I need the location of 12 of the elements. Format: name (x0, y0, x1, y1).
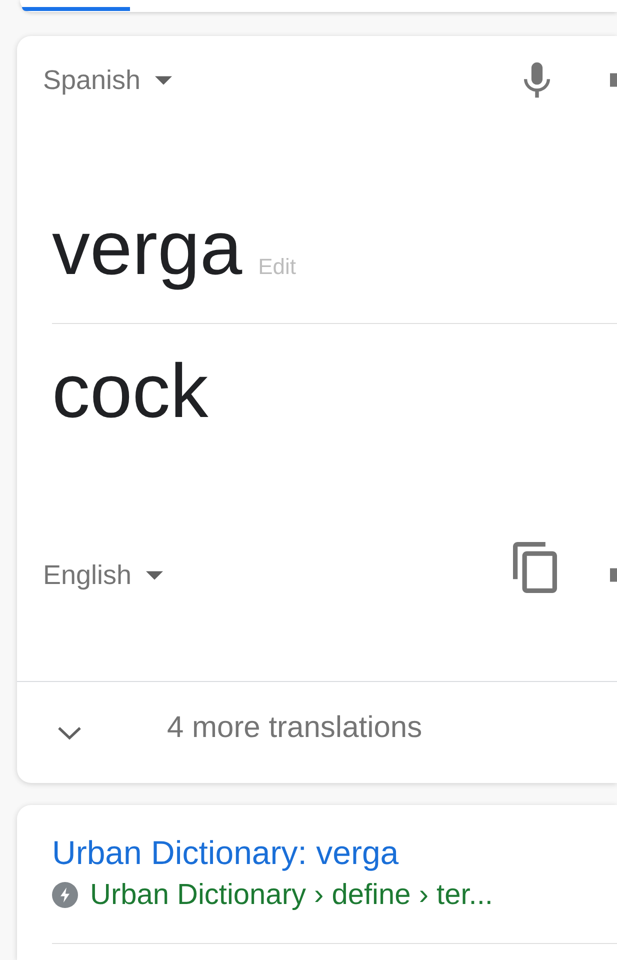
copy-icon[interactable] (513, 542, 557, 592)
result-url: Urban Dictionary › define › ter... (90, 878, 493, 912)
microphone-icon[interactable] (524, 62, 550, 98)
language-dropdown[interactable]: Spanish (43, 66, 172, 94)
dropdown-arrow-icon (146, 570, 163, 580)
chevron-icon (57, 726, 82, 740)
language-dropdown[interactable]: English (43, 562, 163, 588)
more-translations-button[interactable]: 4 more translations (57, 712, 422, 742)
result-title-link[interactable]: Urban Dictionary: verga (52, 834, 399, 872)
bolt-icon (52, 882, 78, 908)
dropdown-arrow-icon (154, 76, 172, 84)
translation-text: cock (52, 354, 208, 430)
